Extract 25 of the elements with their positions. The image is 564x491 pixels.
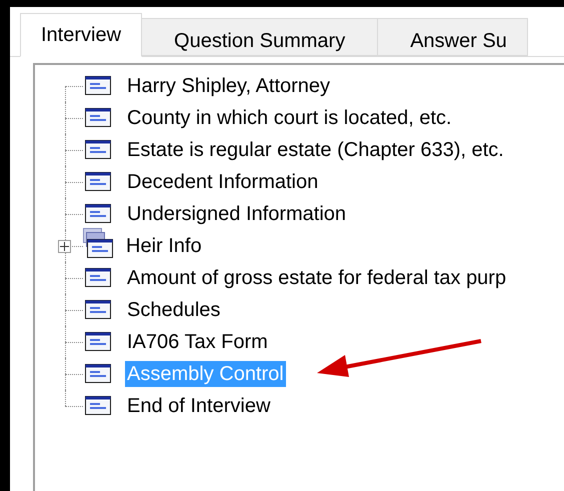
tab[interactable]: Interview — [20, 13, 142, 57]
dialog-window-icon — [85, 364, 112, 384]
tree-item[interactable]: Heir Info — [124, 233, 204, 259]
tab[interactable]: Answer Su — [378, 18, 528, 56]
dialog-window-icon — [85, 140, 112, 160]
dialog-window-icon — [85, 76, 112, 96]
dialog-window-icon — [85, 268, 112, 288]
tree-item[interactable]: Estate is regular estate (Chapter 633), etc. — [125, 137, 506, 163]
tree-item[interactable]: Harry Shipley, Attorney — [125, 73, 332, 99]
dialog-window-icon — [85, 300, 112, 320]
tab[interactable]: Question Summary — [142, 18, 378, 56]
tree-item[interactable]: IA706 Tax Form — [125, 329, 270, 355]
tree-item[interactable]: Undersigned Information — [125, 201, 348, 227]
tree-item[interactable]: Schedules — [125, 297, 222, 323]
tree-item[interactable]: County in which court is located, etc. — [125, 105, 454, 131]
dialog-window-icon — [85, 204, 112, 224]
dialog-window-icon — [85, 396, 112, 416]
stacked-windows-icon — [83, 228, 113, 258]
tree-item[interactable]: End of Interview — [125, 393, 272, 419]
dialog-window-icon — [85, 108, 112, 128]
dialog-window-icon — [85, 172, 112, 192]
tree-item[interactable]: Decedent Information — [125, 169, 320, 195]
tree-item[interactable]: Amount of gross estate for federal tax purp — [125, 265, 508, 291]
expand-toggle[interactable] — [58, 240, 71, 253]
dialog-window-icon — [85, 332, 112, 352]
